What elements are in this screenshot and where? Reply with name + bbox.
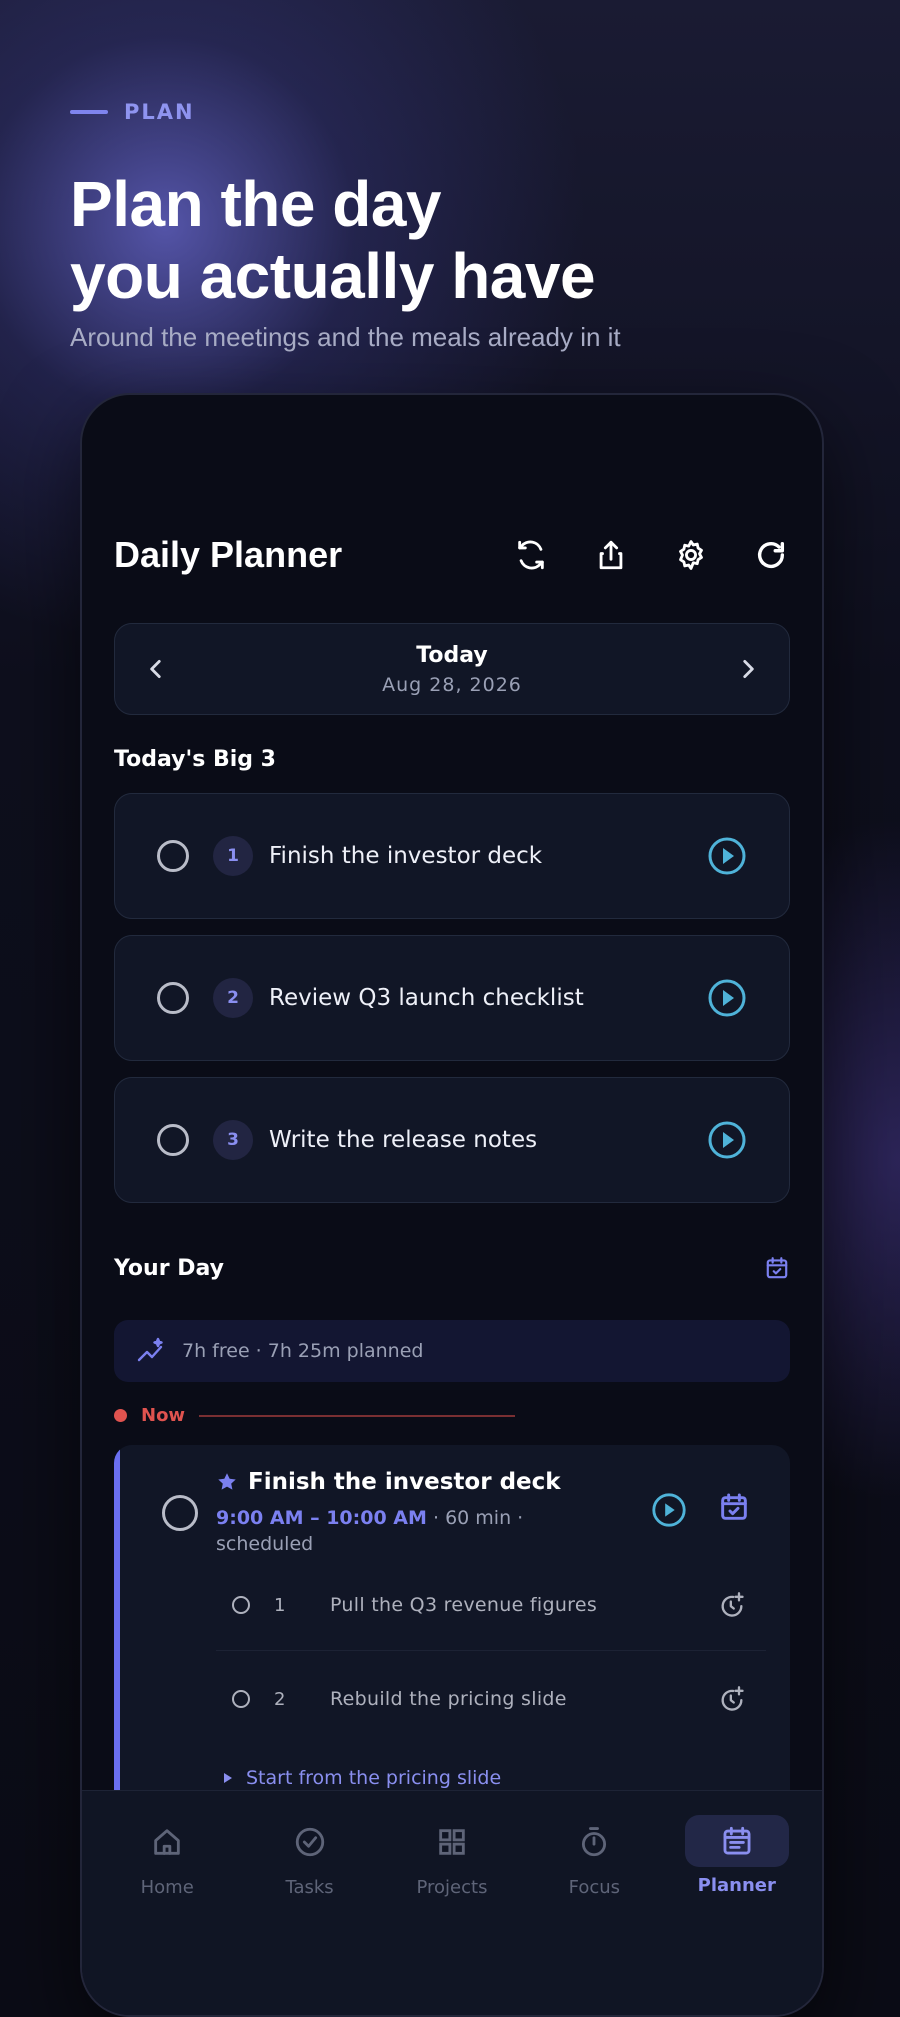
date-display[interactable]: Today Aug 28, 2026 (382, 643, 522, 696)
app-header: Daily Planner (114, 525, 790, 585)
meta-separator: · (517, 1507, 524, 1529)
tab-label: Home (140, 1877, 194, 1898)
tab-home[interactable]: Home (114, 1813, 220, 1929)
day-summary: 7h free · 7h 25m planned (114, 1320, 790, 1382)
caret-right-icon (224, 1773, 232, 1783)
big3-item-1[interactable]: 1 Finish the investor deck (114, 793, 790, 919)
subtask-number: 2 (274, 1688, 286, 1710)
calendar-check-icon[interactable] (718, 1491, 750, 1523)
now-dot (114, 1409, 127, 1422)
event-title: Finish the investor deck (248, 1469, 561, 1495)
tab-tasks[interactable]: Tasks (257, 1813, 363, 1929)
chevron-right-icon (743, 660, 754, 678)
event-accent-bar (114, 1445, 120, 1815)
event-meta: 9:00 AM – 10:00 AM · 60 min · scheduled (216, 1505, 576, 1557)
settings-icon[interactable] (672, 536, 710, 574)
play-icon[interactable] (707, 836, 747, 876)
sync-icon[interactable] (512, 536, 550, 574)
subtask-row[interactable]: 1 Pull the Q3 revenue figures (216, 1575, 766, 1635)
star-icon (218, 1473, 236, 1490)
date-navigator: Today Aug 28, 2026 (114, 623, 790, 715)
eyebrow-dash (70, 110, 108, 114)
hero-title: Plan the day you actually have (70, 168, 860, 312)
tab-label: Tasks (285, 1877, 334, 1898)
task-text: Finish the investor deck (269, 843, 543, 869)
now-indicator: Now (114, 1405, 516, 1426)
event-header: Finish the investor deck 9:00 AM – 10:00… (216, 1469, 576, 1557)
now-label: Now (141, 1405, 186, 1426)
chevron-left-icon (150, 660, 161, 678)
header-actions (512, 536, 790, 574)
check-circle-icon (295, 1827, 324, 1857)
grid-icon (439, 1829, 465, 1855)
hero-title-line1: Plan the day (70, 168, 442, 240)
priority-badge: 1 (213, 836, 253, 876)
share-icon[interactable] (592, 536, 630, 574)
tab-label: Focus (568, 1877, 621, 1898)
your-day-header: Your Day (114, 1255, 790, 1281)
bottom-tab-bar: Home Tasks Projects Focus Planner (82, 1790, 822, 2015)
event-title-row: Finish the investor deck (216, 1469, 576, 1495)
tab-label: Projects (416, 1877, 488, 1898)
your-day-title: Your Day (114, 1255, 224, 1281)
hero-title-line2: you actually have (70, 240, 596, 312)
hero: PLAN Plan the day you actually have Arou… (70, 100, 860, 353)
tab-projects[interactable]: Projects (399, 1813, 505, 1929)
summary-text: 7h free · 7h 25m planned (182, 1340, 424, 1362)
play-icon[interactable] (707, 1120, 747, 1160)
home-icon (154, 1829, 180, 1855)
eyebrow: PLAN (70, 100, 860, 124)
big3-item-3[interactable]: 3 Write the release notes (114, 1077, 790, 1203)
event-status: scheduled (216, 1533, 314, 1555)
event-duration: 60 min (445, 1507, 512, 1529)
active-tab-pill (684, 1815, 789, 1867)
play-icon[interactable] (650, 1491, 688, 1529)
big3-item-2[interactable]: 2 Review Q3 launch checklist (114, 935, 790, 1061)
priority-badge: 2 (213, 978, 253, 1018)
planner-icon (723, 1826, 751, 1855)
complete-checkbox[interactable] (157, 840, 189, 872)
subtask-checkbox[interactable] (232, 1690, 250, 1708)
scheduled-event-card[interactable]: Finish the investor deck 9:00 AM – 10:00… (114, 1445, 790, 1815)
phone-frame: Daily Planner Today Aug 28, 2026 Today's… (80, 393, 824, 2017)
meta-separator: · (432, 1507, 446, 1529)
eyebrow-label: PLAN (124, 100, 195, 124)
tab-planner[interactable]: Planner (684, 1813, 790, 1929)
add-alarm-icon[interactable] (718, 1591, 746, 1619)
subtask-divider (216, 1650, 766, 1651)
event-note[interactable]: Start from the pricing slide (222, 1767, 501, 1789)
task-text: Review Q3 launch checklist (269, 985, 584, 1011)
date-label: Today (416, 642, 488, 668)
tab-label: Planner (697, 1875, 776, 1896)
complete-checkbox[interactable] (157, 982, 189, 1014)
subtask-text: Pull the Q3 revenue figures (330, 1594, 598, 1616)
now-line (199, 1414, 516, 1417)
page-title: Daily Planner (114, 534, 343, 575)
tab-focus[interactable]: Focus (541, 1813, 647, 1929)
next-day-button[interactable] (733, 654, 763, 684)
task-text: Write the release notes (269, 1127, 538, 1153)
refresh-icon[interactable] (752, 536, 790, 574)
timer-icon (582, 1827, 607, 1857)
subtask-text: Rebuild the pricing slide (330, 1688, 567, 1710)
play-icon[interactable] (707, 978, 747, 1018)
tabs: Home Tasks Projects Focus Planner (82, 1813, 822, 1929)
event-complete-checkbox[interactable] (162, 1495, 198, 1531)
complete-checkbox[interactable] (157, 1124, 189, 1156)
sparkle-chart-icon (137, 1337, 163, 1362)
event-time: 9:00 AM – 10:00 AM (216, 1507, 427, 1529)
big3-title: Today's Big 3 (114, 747, 276, 772)
priority-badge: 3 (213, 1120, 253, 1160)
add-alarm-icon[interactable] (718, 1685, 746, 1713)
prev-day-button[interactable] (141, 654, 171, 684)
note-text: Start from the pricing slide (246, 1767, 502, 1789)
big3-list: 1 Finish the investor deck 2 Review Q3 l… (114, 793, 790, 1219)
calendar-check-icon[interactable] (764, 1255, 790, 1281)
date-value: Aug 28, 2026 (382, 673, 522, 696)
hero-subtitle: Around the meetings and the meals alread… (70, 322, 621, 352)
subtask-checkbox[interactable] (232, 1596, 250, 1614)
subtask-number: 1 (274, 1594, 286, 1616)
subtask-row[interactable]: 2 Rebuild the pricing slide (216, 1669, 766, 1729)
